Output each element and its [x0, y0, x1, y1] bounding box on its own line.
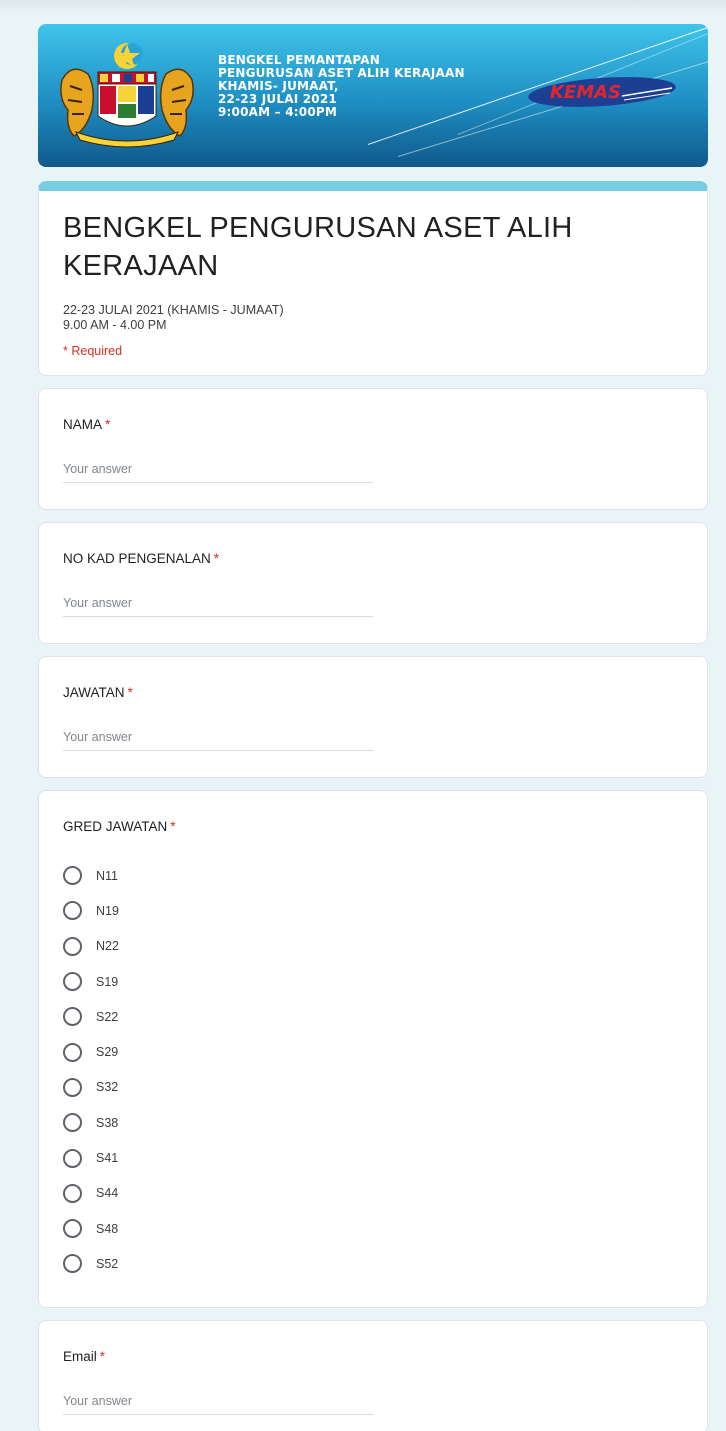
radio-button[interactable] — [63, 1219, 82, 1239]
email-input[interactable]: Your answer — [63, 1394, 373, 1415]
radio-option-n11[interactable]: N11 — [63, 858, 683, 893]
radio-button[interactable] — [63, 1148, 82, 1168]
radio-option-s19[interactable]: S19 — [63, 964, 683, 999]
question-label: GRED JAWATAN * — [63, 819, 683, 834]
question-jawatan: JAWATAN * Your answer — [38, 656, 708, 778]
form-description-line: 22-23 JULAI 2021 (KHAMIS - JUMAAT) — [63, 303, 284, 317]
radio-label: S29 — [96, 1045, 119, 1060]
form-header-card: BENGKEL PENGURUSAN ASET ALIH KERAJAAN 22… — [38, 181, 708, 376]
nama-input[interactable]: Your answer — [63, 462, 373, 483]
required-asterisk: * — [213, 551, 220, 566]
radio-label: S38 — [96, 1115, 119, 1130]
question-label: NAMA * — [63, 417, 683, 432]
radio-button[interactable] — [63, 1113, 82, 1133]
required-note: * Required — [63, 344, 123, 358]
required-asterisk: * — [127, 685, 133, 700]
question-title: GRED JAWATAN — [63, 819, 168, 834]
top-shadow — [0, 0, 726, 14]
form-title: BENGKEL PENGURUSAN ASET ALIH KERAJAAN — [63, 212, 573, 282]
required-asterisk: * — [170, 819, 176, 834]
radio-option-s52[interactable]: S52 — [63, 1246, 683, 1281]
radio-button[interactable] — [63, 1042, 82, 1062]
banner-line: 9:00AM – 4:00PM — [218, 105, 338, 119]
radio-option-s44[interactable]: S44 — [63, 1176, 683, 1211]
radio-label: S52 — [96, 1256, 119, 1271]
radio-label: N22 — [96, 939, 119, 954]
question-title: NO KAD PENGENALAN — [63, 551, 211, 566]
radio-button[interactable] — [63, 1007, 82, 1027]
radio-button[interactable] — [63, 1254, 82, 1274]
banner-text: BENGKEL PEMANTAPAN PENGURUSAN ASET ALIH … — [218, 54, 538, 119]
ic-input[interactable]: Your answer — [63, 596, 373, 617]
radio-button[interactable] — [63, 936, 82, 956]
required-asterisk: * — [105, 417, 111, 432]
kemas-logo: KEMAS — [528, 77, 676, 107]
radio-option-s32[interactable]: S32 — [63, 1070, 683, 1105]
kemas-logo-text: KEMAS — [550, 82, 621, 103]
radio-option-s38[interactable]: S38 — [63, 1105, 683, 1140]
question-title: JAWATAN — [63, 685, 125, 700]
radio-option-s22[interactable]: S22 — [63, 999, 683, 1034]
form-container: BENGKEL PEMANTAPAN PENGURUSAN ASET ALIH … — [38, 24, 708, 1431]
question-ic: NO KAD PENGENALAN * Your answer — [38, 522, 708, 644]
question-label: NO KAD PENGENALAN * — [63, 551, 683, 566]
malaysia-coat-of-arms-icon — [60, 43, 194, 148]
question-title: NAMA — [63, 417, 103, 432]
radio-button[interactable] — [63, 866, 82, 886]
radio-label: S41 — [96, 1151, 119, 1166]
question-gred: GRED JAWATAN * N11 N19 N22 S19 S22 S29 S3… — [38, 790, 708, 1308]
jawatan-input[interactable]: Your answer — [63, 730, 373, 751]
required-asterisk: * — [99, 1349, 106, 1364]
radio-label: S22 — [96, 1009, 119, 1024]
radio-option-s29[interactable]: S29 — [63, 1034, 683, 1069]
radio-option-s48[interactable]: S48 — [63, 1211, 683, 1246]
radio-label: S32 — [96, 1080, 119, 1095]
radio-option-n22[interactable]: N22 — [63, 929, 683, 964]
radio-group: N11 N19 N22 S19 S22 S29 S32 S38 S41 S44 … — [63, 858, 683, 1282]
radio-option-n19[interactable]: N19 — [63, 893, 683, 928]
question-nama: NAMA * Your answer — [38, 388, 708, 510]
form-description-line: 9.00 AM - 4.00 PM — [63, 318, 167, 332]
radio-button[interactable] — [63, 901, 82, 921]
radio-label: S48 — [96, 1221, 119, 1236]
radio-button[interactable] — [63, 1077, 82, 1097]
radio-button[interactable] — [63, 1183, 82, 1203]
question-title: Email — [63, 1349, 97, 1364]
radio-button[interactable] — [63, 972, 82, 992]
header-banner: BENGKEL PEMANTAPAN PENGURUSAN ASET ALIH … — [38, 24, 708, 167]
radio-option-s41[interactable]: S41 — [63, 1140, 683, 1175]
radio-label: N19 — [96, 903, 119, 918]
radio-label: N11 — [96, 868, 119, 883]
radio-label: S19 — [96, 974, 119, 989]
question-label: JAWATAN * — [63, 685, 683, 700]
question-email: Email * Your answer — [38, 1320, 708, 1431]
radio-label: S44 — [96, 1186, 119, 1201]
form-description: 22-23 JULAI 2021 (KHAMIS - JUMAAT) 9.00 … — [63, 303, 683, 333]
question-label: Email * — [63, 1349, 683, 1364]
